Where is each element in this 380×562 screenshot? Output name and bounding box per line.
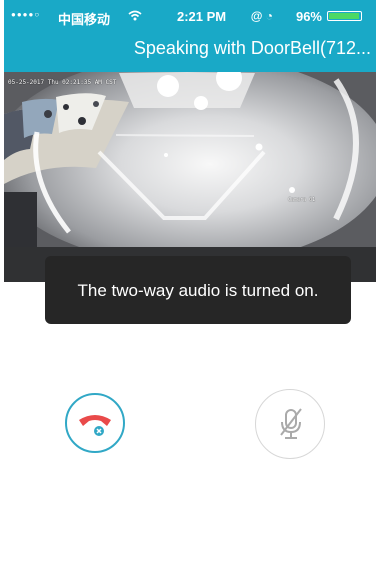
battery-percent: 96% [295, 9, 322, 24]
phone-hangup-icon [76, 411, 114, 441]
wifi-icon [128, 9, 142, 24]
battery-icon [327, 11, 362, 21]
header: ●●●●○ 中国移动 2:21 PM @ ◔ 96% Speaking with… [4, 0, 376, 72]
camera-label: Camera 01 [288, 197, 316, 203]
microphone-muted-icon [276, 407, 306, 444]
mute-microphone-button[interactable] [255, 389, 325, 459]
status-time: 2:21 PM [177, 9, 227, 24]
live-video-view[interactable]: 05-25-2017 Thu 02:21:35 AM CST Camera 01 [4, 72, 376, 247]
status-bar: ●●●●○ 中国移动 2:21 PM @ ◔ 96% [4, 0, 376, 32]
hangup-button[interactable] [65, 393, 125, 453]
signal-icon: ●●●●○ [11, 10, 41, 19]
battery-level-fill [329, 13, 359, 19]
screen: ●●●●○ 中国移动 2:21 PM @ ◔ 96% Speaking with… [4, 0, 376, 562]
video-timestamp: 05-25-2017 Thu 02:21:35 AM CST [8, 79, 117, 86]
fisheye-camera-image [4, 72, 376, 247]
carrier-name: 中国移动 [58, 12, 111, 27]
page-title: Speaking with DoorBell(712... [133, 38, 371, 58]
alarm-location-icons: @ ◔ [250, 9, 273, 23]
toast-message: The two-way audio is turned on. [45, 256, 351, 324]
